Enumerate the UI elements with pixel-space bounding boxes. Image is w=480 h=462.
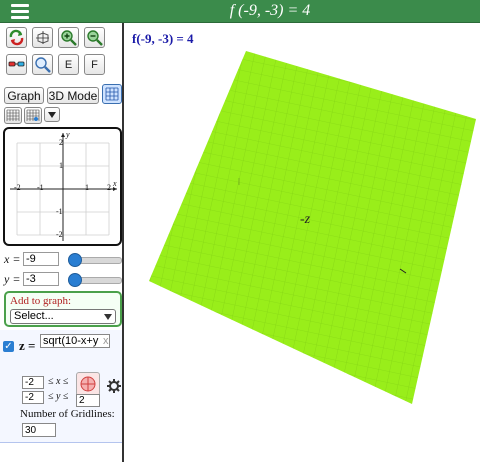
x-tick-label: -1 (37, 183, 44, 192)
close-function-icon[interactable]: x (103, 335, 109, 347)
graph-button[interactable]: Graph (4, 87, 44, 104)
magnifier-icon[interactable] (32, 54, 53, 75)
glasses-3d-icon[interactable] (6, 54, 27, 75)
add-to-graph-box: Add to graph: Select... (4, 291, 122, 327)
add-to-graph-label: Add to graph: (10, 295, 72, 307)
function-formula-text: sqrt(10-x+y (43, 335, 99, 347)
x-slider-knob[interactable] (68, 253, 82, 267)
function-visible-checkbox[interactable]: ✓ (3, 341, 14, 352)
z-axis-label: -z (300, 212, 311, 227)
y-tick-label: 2 (59, 138, 63, 147)
f-button[interactable]: F (84, 54, 105, 75)
x-tick-label: -2 (14, 183, 21, 192)
add-to-graph-select[interactable]: Select... (10, 309, 116, 324)
function-lhs-label: z = (19, 338, 36, 353)
gear-icon[interactable] (107, 379, 121, 393)
function-panel: ✓ z = sqrt(10-x+y x ≤ x ≤ ≤ y ≤ Numb (0, 330, 122, 443)
sidebar: E F Graph 3D Mode -2 -1 1 2 2 1 -1 -2 x … (0, 23, 124, 462)
domain-selector-icon[interactable] (76, 372, 100, 396)
x-tick-label: 2 (107, 183, 111, 192)
select-value: Select... (14, 310, 54, 322)
x-min-input[interactable] (22, 376, 44, 389)
zoom-out-icon[interactable] (84, 27, 105, 48)
top-bar: f (-9, -3) = 4 (0, 0, 480, 23)
y-variable-label: y = (4, 272, 21, 286)
x-range-relation: ≤ x ≤ (48, 376, 69, 387)
gridlines-input[interactable] (22, 423, 56, 437)
y-tick-label: -1 (56, 207, 63, 216)
mode-3d-button[interactable]: 3D Mode (47, 87, 99, 104)
surface-plot (149, 51, 476, 404)
y-max-input[interactable] (76, 394, 100, 407)
x-value-input[interactable] (23, 252, 59, 266)
graph-area[interactable]: f(-9, -3) = 4 -z (126, 23, 480, 462)
grid-icon[interactable] (4, 107, 22, 124)
surface-gridlines (149, 51, 476, 404)
function-formula-input[interactable]: sqrt(10-x+y (40, 334, 110, 348)
x-axis-label: x (113, 179, 117, 188)
zoom-in-icon[interactable] (58, 27, 79, 48)
dropdown-arrow-icon[interactable] (44, 107, 60, 122)
mini-graph[interactable]: -2 -1 1 2 2 1 -1 -2 x y (3, 127, 122, 246)
y-range-relation: ≤ y ≤ (48, 391, 69, 402)
y-axis-label: y (66, 130, 70, 139)
page-title: f (-9, -3) = 4 (229, 2, 311, 19)
y-slider-knob[interactable] (68, 273, 82, 287)
y-min-input[interactable] (22, 391, 44, 404)
gridlines-label: Number of Gridlines: (20, 408, 115, 420)
y-tick-label: -2 (56, 230, 63, 239)
e-button[interactable]: E (58, 54, 79, 75)
cube-axes-icon[interactable] (32, 27, 53, 48)
x-variable-label: x = (4, 252, 21, 266)
grid-dots-icon[interactable] (102, 84, 122, 104)
hamburger-menu-icon[interactable] (8, 2, 32, 20)
y-value-input[interactable] (23, 272, 59, 286)
chevron-down-icon (104, 314, 112, 320)
grid-point-icon[interactable] (24, 107, 42, 124)
x-tick-label: 1 (85, 183, 89, 192)
rotate-icon[interactable] (6, 27, 27, 48)
y-tick-label: 1 (59, 161, 63, 170)
